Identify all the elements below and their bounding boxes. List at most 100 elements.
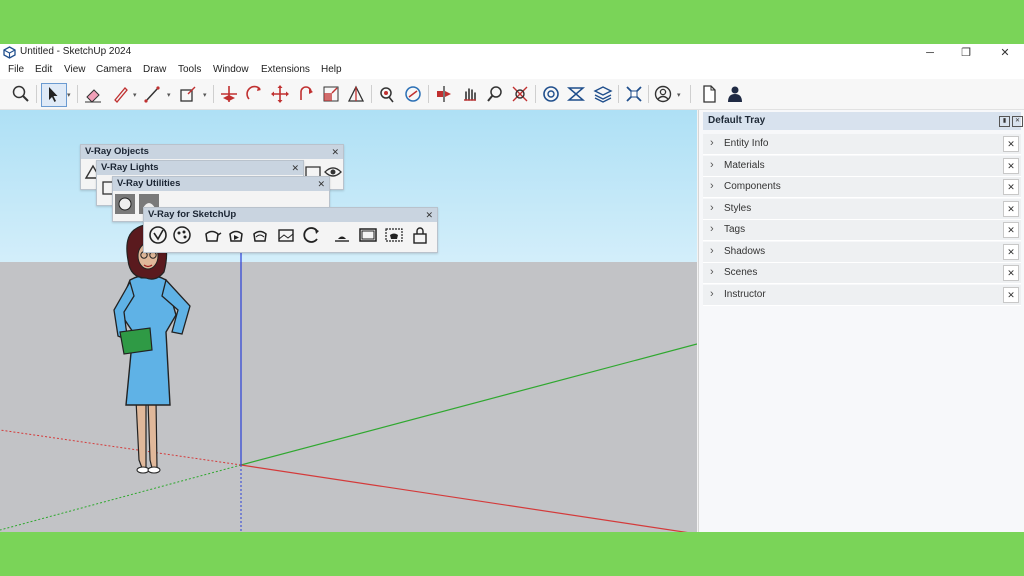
restore-button[interactable]: ❐ bbox=[948, 44, 984, 62]
line-icon[interactable] bbox=[143, 84, 163, 104]
menu-help[interactable]: Help bbox=[321, 64, 342, 75]
close-button[interactable]: ✕ bbox=[987, 44, 1023, 62]
default-tray: Default Tray ▮ ✕ › Entity Info ✕ › Material… bbox=[698, 110, 1024, 532]
model-viewport[interactable]: V-Ray Objects ✕ V-Ray Lights ✕ V-Ray Utili… bbox=[0, 110, 697, 532]
close-icon[interactable]: ✕ bbox=[425, 208, 433, 222]
minimize-button[interactable]: ─ bbox=[912, 44, 948, 62]
menu-file[interactable]: File bbox=[8, 64, 24, 75]
tray-item-materials[interactable]: › Materials ✕ bbox=[703, 156, 1021, 177]
pan-icon[interactable] bbox=[270, 84, 290, 104]
main-toolbar: ▾ ▾ ▾ ▾ ▾ bbox=[0, 79, 1024, 110]
close-icon[interactable]: ✕ bbox=[317, 177, 325, 191]
close-icon[interactable]: ✕ bbox=[1003, 222, 1019, 238]
menu-window[interactable]: Window bbox=[213, 64, 249, 75]
tray-header[interactable]: Default Tray ▮ ✕ bbox=[703, 112, 1023, 130]
vray-utilities-title-bar[interactable]: V-Ray Utilities ✕ bbox=[113, 177, 329, 191]
chevron-right-icon: › bbox=[710, 202, 714, 214]
vray-objects-title: V-Ray Objects bbox=[85, 146, 149, 157]
close-icon[interactable]: ✕ bbox=[291, 161, 299, 175]
rectangle-icon[interactable] bbox=[178, 84, 198, 104]
tray-title: Default Tray bbox=[708, 115, 766, 126]
tray-item-label: Entity Info bbox=[724, 138, 769, 149]
vray-viewport-render-icon[interactable] bbox=[358, 225, 378, 245]
close-icon[interactable]: ✕ bbox=[1012, 116, 1023, 127]
chevron-right-icon: › bbox=[710, 266, 714, 278]
account-icon[interactable] bbox=[653, 84, 673, 104]
vray-interactive-render-icon[interactable] bbox=[226, 225, 246, 245]
orbit-icon[interactable] bbox=[296, 84, 316, 104]
close-icon[interactable]: ✕ bbox=[1003, 287, 1019, 303]
chevron-right-icon: › bbox=[710, 180, 714, 192]
tray-item-label: Materials bbox=[724, 160, 765, 171]
vray-tools-icon[interactable] bbox=[624, 84, 644, 104]
sketchup-window: Untitled - SketchUp 2024 ─ ❐ ✕ File Edit… bbox=[0, 44, 1024, 532]
pin-icon[interactable]: ▮ bbox=[999, 116, 1010, 127]
close-icon[interactable]: ✕ bbox=[1003, 244, 1019, 260]
close-icon[interactable]: ✕ bbox=[1003, 265, 1019, 281]
zoom-extents-icon[interactable] bbox=[510, 84, 530, 104]
new-file-icon[interactable] bbox=[699, 84, 719, 104]
vray-for-sketchup-toolbar: V-Ray for SketchUp ✕ bbox=[143, 207, 438, 253]
user-icon[interactable] bbox=[725, 84, 745, 104]
tray-item-components[interactable]: › Components ✕ bbox=[703, 177, 1021, 198]
chevron-right-icon: › bbox=[710, 137, 714, 149]
tray-item-label: Scenes bbox=[724, 267, 758, 278]
vray-asset-icon[interactable] bbox=[541, 84, 561, 104]
vray-for-sketchup-title-bar[interactable]: V-Ray for SketchUp ✕ bbox=[144, 208, 437, 222]
position-camera-icon[interactable] bbox=[377, 84, 397, 104]
section-icon[interactable] bbox=[434, 84, 454, 104]
vray-frame-buffer-icon[interactable] bbox=[276, 225, 296, 245]
tray-item-label: Shadows bbox=[724, 246, 766, 257]
eraser-icon[interactable] bbox=[83, 84, 103, 104]
vray-light-gen-icon[interactable] bbox=[332, 225, 352, 245]
vray-cloud-render-icon[interactable] bbox=[250, 225, 270, 245]
vray-material-icon[interactable] bbox=[172, 225, 192, 245]
move-icon[interactable] bbox=[219, 84, 239, 104]
menu-camera[interactable]: Camera bbox=[96, 64, 132, 75]
menu-extensions[interactable]: Extensions bbox=[261, 64, 310, 75]
tray-item-tags[interactable]: › Tags ✕ bbox=[703, 220, 1021, 241]
vray-lock-camera-icon[interactable] bbox=[410, 225, 430, 245]
scale-figure[interactable] bbox=[113, 224, 191, 474]
close-icon[interactable]: ✕ bbox=[1003, 136, 1019, 152]
menu-draw[interactable]: Draw bbox=[143, 64, 166, 75]
tray-item-styles[interactable]: › Styles ✕ bbox=[703, 199, 1021, 220]
menu-view[interactable]: View bbox=[64, 64, 86, 75]
chevron-right-icon: › bbox=[710, 223, 714, 235]
green-axis-dashed bbox=[0, 464, 242, 531]
pan-hand-icon[interactable] bbox=[460, 84, 480, 104]
tray-item-entity-info[interactable]: › Entity Info ✕ bbox=[703, 134, 1021, 155]
scale-icon[interactable] bbox=[321, 84, 341, 104]
triangle-icon[interactable] bbox=[346, 84, 366, 104]
vray-render-icon[interactable] bbox=[566, 84, 586, 104]
tray-item-scenes[interactable]: › Scenes ✕ bbox=[703, 263, 1021, 284]
close-icon[interactable]: ✕ bbox=[1003, 179, 1019, 195]
vray-sphere-icon[interactable] bbox=[115, 194, 135, 214]
walk-icon[interactable] bbox=[403, 84, 423, 104]
chevron-right-icon: › bbox=[710, 159, 714, 171]
vray-layers-icon[interactable] bbox=[593, 84, 613, 104]
menu-edit[interactable]: Edit bbox=[35, 64, 52, 75]
vray-logo-icon[interactable] bbox=[148, 225, 168, 245]
sketchup-logo-icon bbox=[3, 46, 16, 59]
zoom-icon[interactable] bbox=[485, 84, 505, 104]
pencil-icon[interactable] bbox=[111, 84, 131, 104]
close-icon[interactable]: ✕ bbox=[1003, 201, 1019, 217]
chevron-right-icon: › bbox=[710, 245, 714, 257]
search-icon[interactable] bbox=[11, 84, 31, 104]
chevron-right-icon: › bbox=[710, 288, 714, 300]
vray-lights-title-bar[interactable]: V-Ray Lights ✕ bbox=[97, 161, 303, 175]
vray-region-render-icon[interactable] bbox=[384, 225, 404, 245]
menu-tools[interactable]: Tools bbox=[178, 64, 201, 75]
select-icon[interactable] bbox=[41, 83, 67, 107]
close-icon[interactable]: ✕ bbox=[1003, 158, 1019, 174]
green-axis bbox=[240, 343, 697, 466]
tray-item-instructor[interactable]: › Instructor ✕ bbox=[703, 285, 1021, 306]
vray-for-sketchup-title: V-Ray for SketchUp bbox=[148, 209, 237, 220]
vray-render-teapot-icon[interactable] bbox=[202, 225, 222, 245]
tray-item-shadows[interactable]: › Shadows ✕ bbox=[703, 242, 1021, 263]
close-icon[interactable]: ✕ bbox=[331, 145, 339, 159]
rotate-icon[interactable] bbox=[245, 84, 265, 104]
vray-objects-title-bar[interactable]: V-Ray Objects ✕ bbox=[81, 145, 343, 159]
vray-batch-render-icon[interactable] bbox=[301, 225, 321, 245]
